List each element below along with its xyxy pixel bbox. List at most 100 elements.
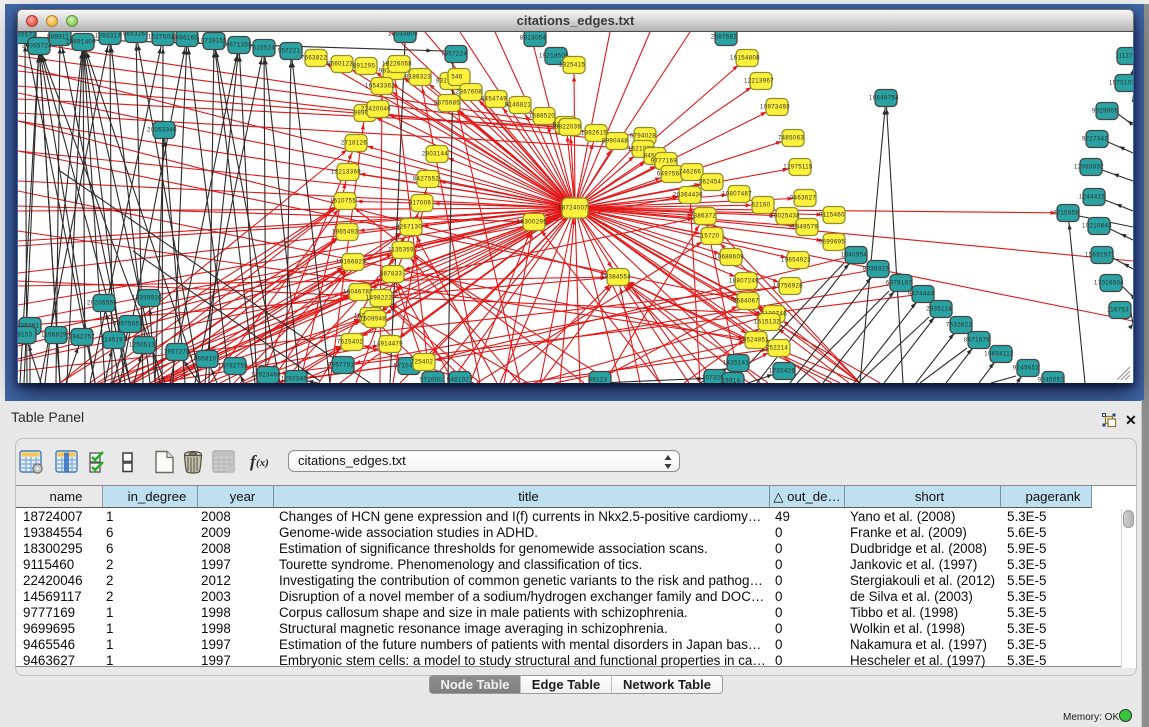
svg-text:1588520: 1588520 bbox=[529, 114, 555, 120]
svg-text:12093832: 12093832 bbox=[1074, 165, 1104, 171]
svg-text:1250513: 1250513 bbox=[129, 343, 155, 349]
svg-text:8822039: 8822039 bbox=[555, 125, 581, 131]
svg-text:12942757: 12942757 bbox=[65, 335, 95, 341]
svg-text:18807249: 18807249 bbox=[729, 279, 759, 285]
svg-text:9474444: 9474444 bbox=[908, 292, 934, 298]
svg-text:10654112: 10654112 bbox=[984, 352, 1014, 358]
svg-text:7485063: 7485063 bbox=[778, 136, 804, 142]
svg-text:2687682: 2687682 bbox=[711, 35, 737, 41]
svg-text:9245052: 9245052 bbox=[1038, 378, 1064, 384]
svg-text:891295: 891295 bbox=[353, 64, 376, 70]
svg-text:1435141: 1435141 bbox=[723, 361, 749, 367]
svg-text:1965493: 1965493 bbox=[332, 230, 358, 236]
svg-text:8660123: 8660123 bbox=[327, 62, 353, 68]
svg-text:12923466: 12923466 bbox=[251, 373, 281, 379]
svg-text:6466160: 6466160 bbox=[172, 36, 198, 42]
svg-text:8454749: 8454749 bbox=[481, 97, 507, 103]
svg-text:16033809: 16033809 bbox=[388, 32, 418, 38]
svg-text:16914: 16914 bbox=[722, 379, 741, 384]
svg-text:887833: 887833 bbox=[380, 272, 403, 278]
svg-text:1362615: 1362615 bbox=[581, 131, 607, 137]
svg-text:1093317: 1093317 bbox=[95, 34, 121, 40]
svg-text:8471676: 8471676 bbox=[964, 338, 990, 344]
svg-text:19166825: 19166825 bbox=[336, 260, 366, 266]
svg-text:18300295: 18300295 bbox=[517, 220, 547, 226]
svg-text:362454: 362454 bbox=[699, 180, 722, 186]
svg-text:7663822: 7663822 bbox=[301, 56, 327, 62]
svg-text:18724007: 18724007 bbox=[558, 206, 588, 212]
svg-text:6794028: 6794028 bbox=[630, 134, 656, 140]
svg-text:725402: 725402 bbox=[411, 360, 434, 366]
svg-text:917006: 917006 bbox=[409, 201, 432, 207]
svg-text:10210643: 10210643 bbox=[1082, 224, 1112, 230]
svg-text:1733426: 1733426 bbox=[769, 369, 795, 375]
svg-text:9684067: 9684067 bbox=[733, 299, 759, 305]
svg-text:7386372: 7386372 bbox=[690, 214, 716, 220]
svg-text:20364436: 20364436 bbox=[673, 193, 703, 199]
svg-text:10973493: 10973493 bbox=[760, 105, 790, 111]
svg-text:30975857: 30975857 bbox=[113, 322, 143, 328]
svg-text:116753: 116753 bbox=[1107, 308, 1129, 314]
svg-text:1640954: 1640954 bbox=[841, 253, 867, 259]
svg-text:746266: 746266 bbox=[679, 170, 702, 176]
svg-text:19654923: 19654923 bbox=[781, 258, 811, 264]
svg-text:546: 546 bbox=[451, 75, 462, 81]
svg-text:15692971: 15692971 bbox=[1085, 253, 1115, 259]
svg-text:(x): (x) bbox=[256, 457, 269, 469]
svg-text:10688609: 10688609 bbox=[714, 255, 744, 261]
svg-text:1610755: 1610755 bbox=[330, 199, 356, 205]
svg-text:9245652: 9245652 bbox=[1013, 366, 1039, 372]
svg-text:20055724: 20055724 bbox=[22, 44, 52, 50]
svg-text:2935114: 2935114 bbox=[926, 307, 952, 313]
svg-text:62160: 62160 bbox=[752, 203, 771, 209]
svg-text:20053346: 20053346 bbox=[147, 128, 177, 134]
svg-text:10807487: 10807487 bbox=[722, 192, 752, 198]
svg-text:16671355: 16671355 bbox=[222, 43, 252, 49]
svg-text:16154808: 16154808 bbox=[730, 56, 760, 62]
svg-text:1615132: 1615132 bbox=[754, 320, 780, 326]
svg-text:13524851: 13524851 bbox=[739, 338, 769, 344]
svg-text:8427552: 8427552 bbox=[413, 177, 439, 183]
svg-text:20691406: 20691406 bbox=[66, 40, 96, 46]
svg-text:18226058: 18226058 bbox=[382, 62, 412, 68]
svg-text:15720: 15720 bbox=[701, 234, 720, 240]
svg-text:19756928: 19756928 bbox=[773, 284, 803, 290]
svg-text:1325415: 1325415 bbox=[559, 63, 585, 69]
svg-text:1498222: 1498222 bbox=[366, 296, 392, 302]
svg-text:6879197: 6879197 bbox=[886, 281, 912, 287]
svg-text:111273: 111273 bbox=[1115, 54, 1133, 60]
svg-text:8990448: 8990448 bbox=[602, 139, 628, 145]
svg-text:22420046: 22420046 bbox=[361, 107, 391, 113]
svg-text:2367608: 2367608 bbox=[456, 90, 482, 96]
svg-text:1849579: 1849579 bbox=[792, 225, 818, 231]
svg-text:12975115: 12975115 bbox=[783, 165, 813, 171]
svg-text:10958107: 10958107 bbox=[190, 357, 220, 363]
svg-text:1292346: 1292346 bbox=[281, 377, 307, 383]
svg-text:7357224: 7357224 bbox=[441, 52, 467, 58]
svg-text:12213369: 12213369 bbox=[331, 170, 361, 176]
svg-text:16782759: 16782759 bbox=[218, 364, 248, 370]
svg-text:7632621: 7632621 bbox=[946, 323, 972, 329]
svg-text:16543362: 16543362 bbox=[365, 84, 395, 90]
svg-text:9227342: 9227342 bbox=[1082, 137, 1108, 143]
svg-text:9329906: 9329906 bbox=[1092, 109, 1118, 115]
svg-text:957221: 957221 bbox=[278, 49, 301, 55]
svg-text:8938923: 8938923 bbox=[863, 267, 889, 273]
svg-text:12213967: 12213967 bbox=[744, 79, 774, 85]
svg-text:9115460: 9115460 bbox=[819, 213, 845, 219]
svg-text:946102: 946102 bbox=[447, 378, 470, 384]
svg-text:1244415: 1244415 bbox=[1079, 195, 1105, 201]
svg-text:1527602: 1527602 bbox=[148, 35, 174, 41]
svg-text:14914479: 14914479 bbox=[373, 342, 403, 348]
svg-text:571000: 571000 bbox=[420, 378, 443, 384]
svg-text:8186323: 8186323 bbox=[405, 75, 431, 81]
svg-text:3215958: 3215958 bbox=[1053, 211, 1079, 217]
svg-text:19384554: 19384554 bbox=[601, 275, 631, 281]
svg-text:7625402: 7625402 bbox=[337, 340, 363, 346]
svg-text:9146821: 9146821 bbox=[505, 103, 531, 109]
svg-text:9777169: 9777169 bbox=[651, 159, 677, 165]
svg-text:17016504: 17016504 bbox=[1094, 281, 1124, 287]
svg-text:3875685: 3875685 bbox=[434, 101, 460, 107]
svg-text:114519: 114519 bbox=[101, 338, 123, 344]
svg-text:252214: 252214 bbox=[766, 346, 789, 352]
